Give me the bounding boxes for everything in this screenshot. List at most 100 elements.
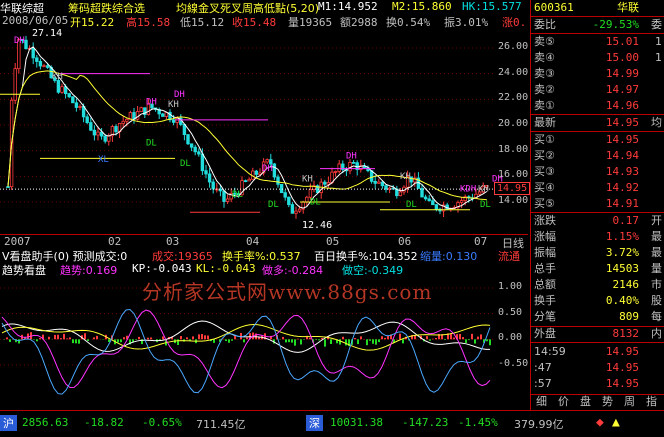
title-bar: 华联综超 筹码超跌综合选 均線金叉死叉周高低點(5,20) M1:14.952 …	[0, 0, 528, 15]
buy-order-label: 买③	[534, 165, 555, 178]
candle-body	[38, 61, 43, 67]
latest-label: 最新	[534, 116, 556, 129]
candle-body	[265, 159, 269, 163]
quote-tab[interactable]: 盘	[577, 395, 594, 409]
stat-label: 换手	[534, 294, 556, 307]
long-line	[1, 309, 491, 389]
candle-body	[78, 105, 82, 108]
candle-body	[337, 163, 341, 172]
candle-body	[96, 131, 100, 136]
candle-body	[207, 173, 212, 183]
sh-change: -18.82	[84, 416, 124, 429]
candle-body	[211, 181, 215, 190]
candlestick-svg: DHKHDHDHKHXLDLDLDHDLKHDLDHKHDLKDHDHKHDLD…	[0, 36, 503, 219]
latest-ext: 均	[651, 116, 662, 129]
signal-marker: KDH	[460, 185, 476, 195]
quote-header[interactable]: 600361 华联	[531, 0, 664, 16]
candle-body	[434, 204, 439, 210]
candle-body	[297, 208, 302, 212]
candle-body	[189, 143, 194, 148]
signal-marker: DH	[346, 151, 357, 161]
candle-body	[186, 134, 190, 145]
candle-body	[333, 171, 338, 173]
candle-body	[380, 181, 385, 187]
oscillator-chart[interactable]: 1.00 0.50 0.00 -0.50 分析家公式网www.88gs.com	[0, 276, 528, 410]
quote-tab[interactable]: 周	[621, 395, 638, 409]
kl-value: KL:-0.043	[196, 262, 256, 275]
price-axis-tick: 22.00	[498, 92, 529, 104]
stat-row: 总额 2146 市	[531, 277, 664, 293]
candle-body	[35, 57, 39, 62]
candle-body	[92, 129, 97, 136]
sh-index: 2856.63	[22, 416, 69, 429]
m2-value: M2:15.860	[392, 0, 452, 13]
sz-amount: 379.99亿	[514, 418, 564, 431]
candle-body	[114, 126, 118, 133]
weibi-row: 委比 -29.53% 委	[531, 17, 664, 33]
candle-body	[351, 162, 356, 164]
candle-body	[31, 48, 35, 59]
time-label-05: 05	[326, 235, 340, 248]
sh-label[interactable]: 沪	[0, 415, 17, 431]
candle-body	[459, 200, 464, 203]
stat-ext: 最	[651, 246, 662, 259]
buy-order-row: 买④ 14.92	[531, 180, 664, 196]
sell-order-value: 15.01	[605, 35, 639, 48]
candle-body	[60, 86, 64, 93]
sell-order-ext: 1	[655, 35, 662, 48]
candle-body	[135, 111, 140, 120]
time-label-02: 02	[108, 235, 122, 248]
stat-value: 0.17	[612, 214, 640, 227]
quote-tab[interactable]: 价	[555, 395, 572, 409]
oscillator-axis-tick: 0.00	[498, 332, 523, 344]
quote-tab[interactable]: 势	[599, 395, 616, 409]
short-line	[1, 308, 491, 395]
outer-ext: 内	[651, 327, 662, 340]
sh-percent: -0.65%	[142, 416, 182, 429]
candle-body	[85, 116, 89, 123]
signal-marker: DL	[310, 198, 321, 208]
sh-amount: 711.45亿	[196, 418, 246, 431]
sz-label[interactable]: 深	[306, 415, 323, 431]
candle-body	[125, 118, 129, 122]
time-label-06: 06	[398, 235, 412, 248]
candle-body	[305, 196, 309, 203]
sell-order-label: 卖⑤	[534, 35, 555, 48]
info-icon[interactable]: ▲	[612, 415, 620, 430]
stat-value: 1.15%	[605, 230, 639, 243]
quote-tab[interactable]: 指	[643, 395, 660, 409]
buy-order-label: 买①	[534, 133, 555, 146]
candle-body	[222, 190, 226, 202]
alert-icon[interactable]: ◆	[596, 415, 604, 430]
time-label-07: 07	[474, 235, 488, 248]
candle-body	[384, 185, 388, 190]
quote-tab[interactable]: 细	[533, 395, 550, 409]
signal-marker: DL	[268, 200, 279, 210]
price-axis-tick: 26.00	[498, 41, 529, 52]
buy-order-value: 14.93	[605, 165, 639, 178]
stock-name-box[interactable]: 华联综超	[0, 0, 58, 15]
candle-body	[74, 102, 79, 108]
candle-body	[272, 163, 277, 178]
sell-order-row: 卖③ 14.99	[531, 66, 664, 82]
stat-label: 涨跌	[534, 214, 556, 227]
signal-marker: KH	[478, 185, 489, 195]
main-chart[interactable]: DH KH DH DH KH XL DL DL DH DL KH DL DH KH DL KDH DH KH DL D…	[0, 28, 531, 234]
signal-marker: DH	[146, 97, 157, 107]
candle-body	[427, 198, 431, 202]
stat-row: 换手 0.40% 股	[531, 293, 664, 309]
stat-ext: 最	[651, 230, 662, 243]
buy-order-value: 14.94	[605, 149, 639, 162]
buy-order-row: 买⑤ 14.91	[531, 196, 664, 212]
candle-body	[200, 153, 205, 172]
candle-body	[254, 170, 259, 175]
candle-body	[121, 120, 125, 124]
candle-body	[24, 39, 28, 50]
hk-value: HK:15.577	[462, 0, 522, 13]
price-axis-tick: 14.00	[498, 195, 529, 206]
quote-tabs: 细价盘势周指	[531, 394, 664, 411]
tick-row: :47 14.95	[531, 360, 664, 376]
oscillator-axis-tick: 1.00	[498, 281, 523, 292]
price-axis-tick: 16.00	[498, 169, 529, 181]
candle-body	[182, 124, 187, 136]
